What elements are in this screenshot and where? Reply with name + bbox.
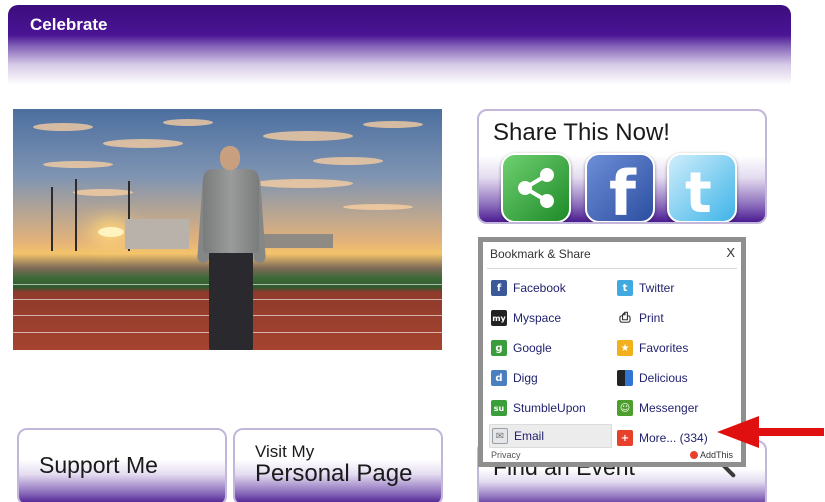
plus-icon: + [617, 430, 633, 446]
share-myspace[interactable]: my Myspace [491, 306, 609, 330]
print-icon: ⎙ [619, 310, 631, 326]
digg-icon: d [491, 370, 507, 386]
popup-title: Bookmark & Share [490, 247, 591, 261]
share-glyph-icon [518, 168, 554, 208]
service-label: Messenger [639, 401, 699, 415]
share-icon[interactable] [501, 153, 571, 222]
share-google[interactable]: g Google [491, 336, 609, 360]
facebook-icon[interactable]: f [585, 153, 655, 222]
service-label: Favorites [639, 341, 689, 355]
annotation-arrow-icon [717, 416, 759, 448]
divider [487, 268, 737, 269]
service-label: Print [639, 311, 664, 325]
header-bar: Celebrate [8, 5, 791, 85]
twitter-icon[interactable]: t [667, 153, 737, 222]
visit-line2: Personal Page [255, 460, 413, 487]
share-twitter[interactable]: t Twitter [617, 276, 735, 300]
popup-footer: Privacy AddThis [489, 450, 735, 462]
privacy-link[interactable]: Privacy [491, 450, 521, 460]
bookmark-share-popup: Bookmark & Share X f Facebook t Twitter … [478, 237, 746, 467]
myspace-icon: my [491, 310, 507, 326]
delicious-icon [617, 370, 633, 386]
annotation-arrow-shaft [758, 428, 824, 436]
close-icon[interactable]: X [726, 245, 735, 260]
service-label: More... (334) [639, 431, 708, 445]
share-print[interactable]: ⎙ Print [617, 306, 735, 330]
share-digg[interactable]: d Digg [491, 366, 609, 390]
messenger-icon: ☺ [617, 400, 633, 416]
share-email[interactable]: ✉ Email [489, 424, 612, 448]
share-facebook[interactable]: f Facebook [491, 276, 609, 300]
google-icon: g [491, 340, 507, 356]
addthis-link[interactable]: AddThis [689, 450, 733, 460]
addthis-icon [689, 451, 698, 459]
share-stumbleupon[interactable]: su StumbleUpon [491, 396, 609, 420]
service-label: Digg [513, 371, 538, 385]
service-label: Email [514, 429, 545, 443]
stumbleupon-icon: su [491, 400, 507, 416]
share-panel: Share This Now! f t [477, 109, 767, 224]
service-label: Facebook [513, 281, 566, 295]
service-label: StumbleUpon [513, 401, 586, 415]
support-me-button[interactable]: Support Me [17, 428, 227, 502]
service-label: Google [513, 341, 552, 355]
page-title: Celebrate [30, 15, 108, 34]
support-me-label: Support Me [39, 452, 158, 478]
favorites-icon: ★ [617, 340, 633, 356]
service-label: Myspace [513, 311, 562, 325]
share-title: Share This Now! [493, 119, 670, 146]
hero-photo [13, 109, 442, 350]
visit-personal-page-button[interactable]: Visit My Personal Page [233, 428, 443, 502]
visit-line1: Visit My [255, 442, 315, 461]
facebook-icon: f [491, 280, 507, 296]
twitter-icon: t [617, 280, 633, 296]
service-label: Twitter [639, 281, 675, 295]
share-favorites[interactable]: ★ Favorites [617, 336, 735, 360]
addthis-label: AddThis [699, 450, 733, 460]
service-label: Delicious [639, 371, 688, 385]
share-delicious[interactable]: Delicious [617, 366, 735, 390]
email-icon: ✉ [492, 428, 508, 444]
